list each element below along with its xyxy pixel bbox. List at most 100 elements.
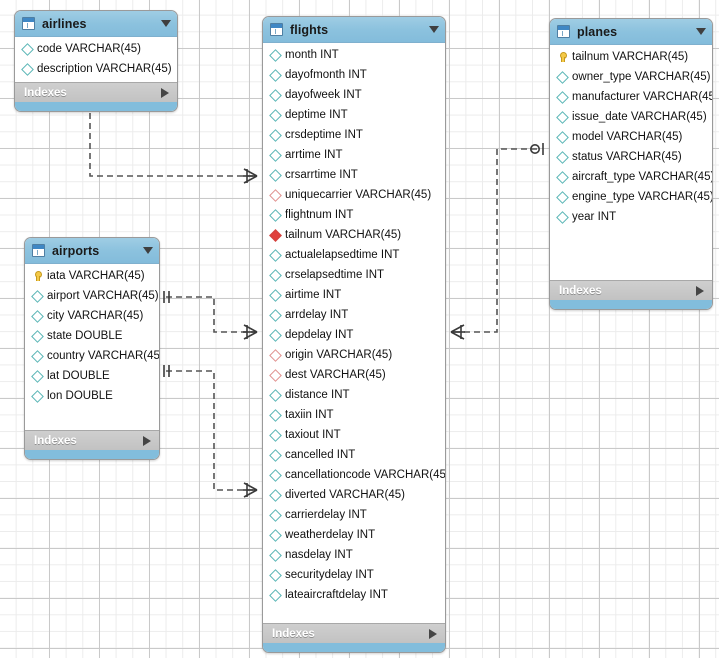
column-row[interactable]: flightnum INT <box>263 205 445 225</box>
column-row[interactable]: origin VARCHAR(45) <box>263 345 445 365</box>
table-header-airlines[interactable]: airlines <box>15 11 177 37</box>
chevron-down-icon[interactable] <box>429 26 439 33</box>
column-label: dayofweek INT <box>285 89 362 101</box>
expand-arrow-icon[interactable] <box>161 87 169 98</box>
column-row[interactable]: dest VARCHAR(45) <box>263 365 445 385</box>
indexes-section-flights[interactable]: Indexes <box>263 623 445 643</box>
expand-arrow-icon[interactable] <box>696 285 704 296</box>
column-row[interactable]: dayofweek INT <box>263 85 445 105</box>
column-diamond-icon <box>270 290 280 300</box>
column-row[interactable]: distance INT <box>263 385 445 405</box>
column-label: carrierdelay INT <box>285 509 367 521</box>
column-label: airport VARCHAR(45) <box>47 290 159 302</box>
column-row[interactable]: tailnum VARCHAR(45) <box>263 225 445 245</box>
column-row[interactable]: securitydelay INT <box>263 565 445 585</box>
column-row[interactable]: weatherdelay INT <box>263 525 445 545</box>
column-row[interactable]: cancelled INT <box>263 445 445 465</box>
table-icon <box>270 23 283 36</box>
column-row[interactable]: airport VARCHAR(45) <box>25 286 159 306</box>
relationship-airports-flights-origin[interactable] <box>166 296 256 333</box>
column-row[interactable]: dayofmonth INT <box>263 65 445 85</box>
column-diamond-icon <box>270 90 280 100</box>
column-row[interactable]: crsdeptime INT <box>263 125 445 145</box>
column-row[interactable]: status VARCHAR(45) <box>550 147 712 167</box>
column-list-airports: iata VARCHAR(45) airport VARCHAR(45) city … <box>25 264 159 409</box>
indexes-section-airlines[interactable]: Indexes <box>15 82 177 102</box>
chevron-down-icon[interactable] <box>161 20 171 27</box>
column-row[interactable]: code VARCHAR(45) <box>15 39 177 59</box>
column-row[interactable]: crsarrtime INT <box>263 165 445 185</box>
column-row[interactable]: crselapsedtime INT <box>263 265 445 285</box>
cardinality-many-flights-dest <box>243 482 258 498</box>
column-row[interactable]: description VARCHAR(45) <box>15 59 177 79</box>
column-diamond-icon <box>270 110 280 120</box>
column-label: depdelay INT <box>285 329 354 341</box>
table-header-flights[interactable]: flights <box>263 17 445 43</box>
column-label: manufacturer VARCHAR(45) <box>572 91 713 103</box>
column-row[interactable]: city VARCHAR(45) <box>25 306 159 326</box>
column-diamond-icon <box>557 72 567 82</box>
column-row[interactable]: aircraft_type VARCHAR(45) <box>550 167 712 187</box>
table-header-airports[interactable]: airports <box>25 238 159 264</box>
column-row[interactable]: owner_type VARCHAR(45) <box>550 67 712 87</box>
column-row[interactable]: taxiout INT <box>263 425 445 445</box>
column-row[interactable]: lat DOUBLE <box>25 366 159 386</box>
indexes-section-airports[interactable]: Indexes <box>25 430 159 450</box>
column-label: arrtime INT <box>285 149 343 161</box>
column-row[interactable]: arrtime INT <box>263 145 445 165</box>
table-body-spacer <box>25 409 159 430</box>
column-row[interactable]: country VARCHAR(45) <box>25 346 159 366</box>
column-row[interactable]: deptime INT <box>263 105 445 125</box>
table-icon <box>22 17 35 30</box>
indexes-label: Indexes <box>24 86 67 99</box>
expand-arrow-icon[interactable] <box>143 435 151 446</box>
column-diamond-icon <box>32 331 42 341</box>
column-diamond-icon <box>270 570 280 580</box>
relationship-planes-flights[interactable] <box>452 148 537 333</box>
column-row[interactable]: iata VARCHAR(45) <box>25 266 159 286</box>
table-header-planes[interactable]: planes <box>550 19 712 45</box>
column-row[interactable]: depdelay INT <box>263 325 445 345</box>
column-label: country VARCHAR(45) <box>47 350 160 362</box>
indexes-label: Indexes <box>272 627 315 640</box>
column-list-planes: tailnum VARCHAR(45) owner_type VARCHAR(45… <box>550 45 712 230</box>
table-airports[interactable]: airports iata VARCHAR(45) airport VARCHAR(… <box>24 237 160 460</box>
column-row[interactable]: manufacturer VARCHAR(45) <box>550 87 712 107</box>
column-diamond-icon <box>270 530 280 540</box>
expand-arrow-icon[interactable] <box>429 628 437 639</box>
table-flights[interactable]: flights month INT dayofmonth INT dayofweek … <box>262 16 446 653</box>
table-icon <box>557 25 570 38</box>
column-row[interactable]: year INT <box>550 207 712 227</box>
column-row[interactable]: actualelapsedtime INT <box>263 245 445 265</box>
column-row[interactable]: engine_type VARCHAR(45) <box>550 187 712 207</box>
column-label: taxiout INT <box>285 429 341 441</box>
column-diamond-icon <box>22 64 32 74</box>
column-diamond-icon <box>270 490 280 500</box>
chevron-down-icon[interactable] <box>696 28 706 35</box>
column-row[interactable]: model VARCHAR(45) <box>550 127 712 147</box>
column-row[interactable]: diverted VARCHAR(45) <box>263 485 445 505</box>
table-airlines[interactable]: airlines code VARCHAR(45) description VARC… <box>14 10 178 112</box>
column-row[interactable]: arrdelay INT <box>263 305 445 325</box>
column-row[interactable]: lon DOUBLE <box>25 386 159 406</box>
column-label: aircraft_type VARCHAR(45) <box>572 171 713 183</box>
column-row[interactable]: taxiin INT <box>263 405 445 425</box>
chevron-down-icon[interactable] <box>143 247 153 254</box>
relationship-airlines-flights[interactable] <box>89 103 256 177</box>
column-row[interactable]: month INT <box>263 45 445 65</box>
column-row[interactable]: tailnum VARCHAR(45) <box>550 47 712 67</box>
column-row[interactable]: issue_date VARCHAR(45) <box>550 107 712 127</box>
column-row[interactable]: uniquecarrier VARCHAR(45) <box>263 185 445 205</box>
column-row[interactable]: cancellationcode VARCHAR(45) <box>263 465 445 485</box>
column-row[interactable]: carrierdelay INT <box>263 505 445 525</box>
column-diamond-icon <box>32 311 42 321</box>
column-row[interactable]: state DOUBLE <box>25 326 159 346</box>
column-row[interactable]: nasdelay INT <box>263 545 445 565</box>
column-row[interactable]: airtime INT <box>263 285 445 305</box>
table-planes[interactable]: planes tailnum VARCHAR(45) owner_type VARC… <box>549 18 713 310</box>
indexes-section-planes[interactable]: Indexes <box>550 280 712 300</box>
relationship-airports-flights-dest[interactable] <box>166 370 256 491</box>
column-row[interactable]: lateaircraftdelay INT <box>263 585 445 605</box>
column-diamond-icon <box>557 212 567 222</box>
column-label: tailnum VARCHAR(45) <box>285 229 402 241</box>
